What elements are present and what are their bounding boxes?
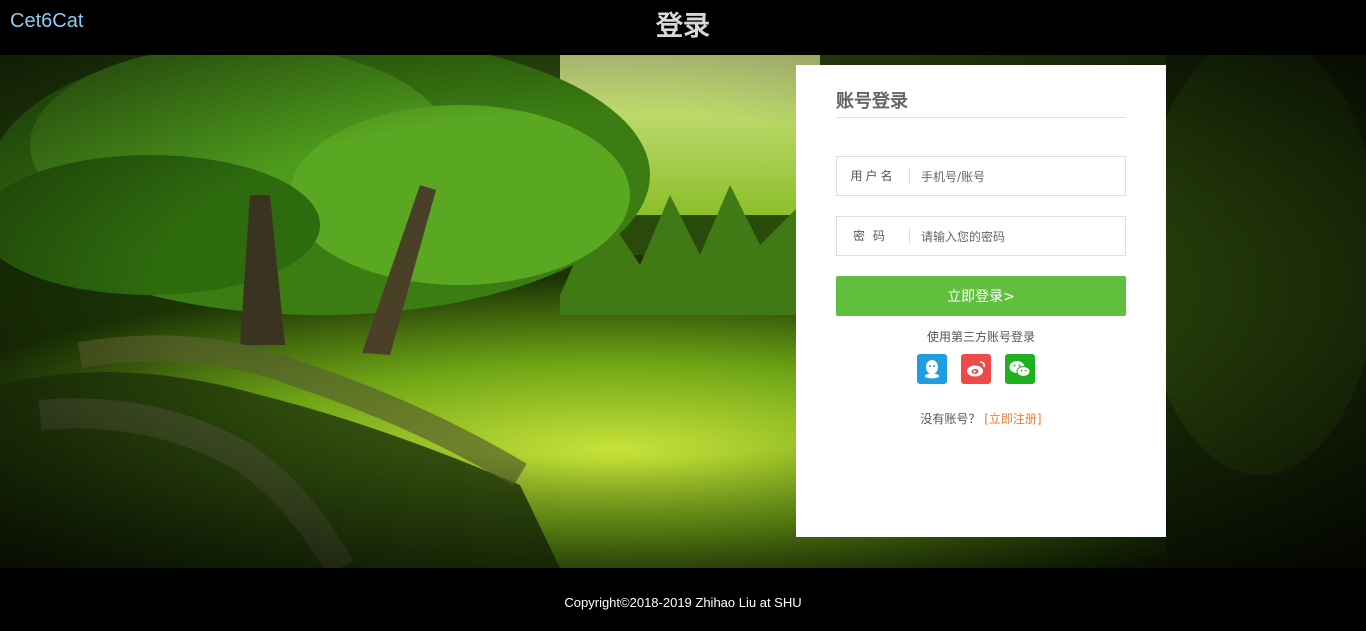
weibo-icon [967, 361, 985, 377]
copyright-text: Copyright©2018-2019 Zhihao Liu at SHU [564, 595, 802, 610]
password-field[interactable]: 密码 [836, 216, 1126, 256]
weibo-login-button[interactable] [961, 354, 991, 384]
password-input[interactable] [919, 225, 1118, 249]
footer: Copyright©2018-2019 Zhihao Liu at SHU [0, 568, 1366, 631]
login-panel: 账号登录 用户名 密码 立即登录> 使用第三方账号登录 [796, 65, 1166, 537]
username-field[interactable]: 用户名 [836, 156, 1126, 196]
username-input[interactable] [919, 165, 1118, 189]
login-button[interactable]: 立即登录> [836, 276, 1126, 316]
page-title: 登录 [656, 11, 710, 42]
username-label: 用户名 [837, 167, 910, 185]
no-account-text: 没有账号？ [920, 412, 981, 426]
top-bar: Cet6Cat 登录 [0, 0, 1366, 55]
wechat-login-button[interactable] [1005, 354, 1035, 384]
register-line: 没有账号？ [立即注册] [796, 410, 1166, 427]
login-heading: 账号登录 [836, 87, 1126, 118]
wechat-icon [1009, 361, 1031, 377]
third-party-login-text: 使用第三方账号登录 [926, 330, 1035, 344]
password-label: 密码 [837, 227, 910, 245]
register-link[interactable]: [立即注册] [984, 412, 1041, 426]
qq-login-button[interactable] [917, 354, 947, 384]
qq-icon [925, 360, 939, 379]
